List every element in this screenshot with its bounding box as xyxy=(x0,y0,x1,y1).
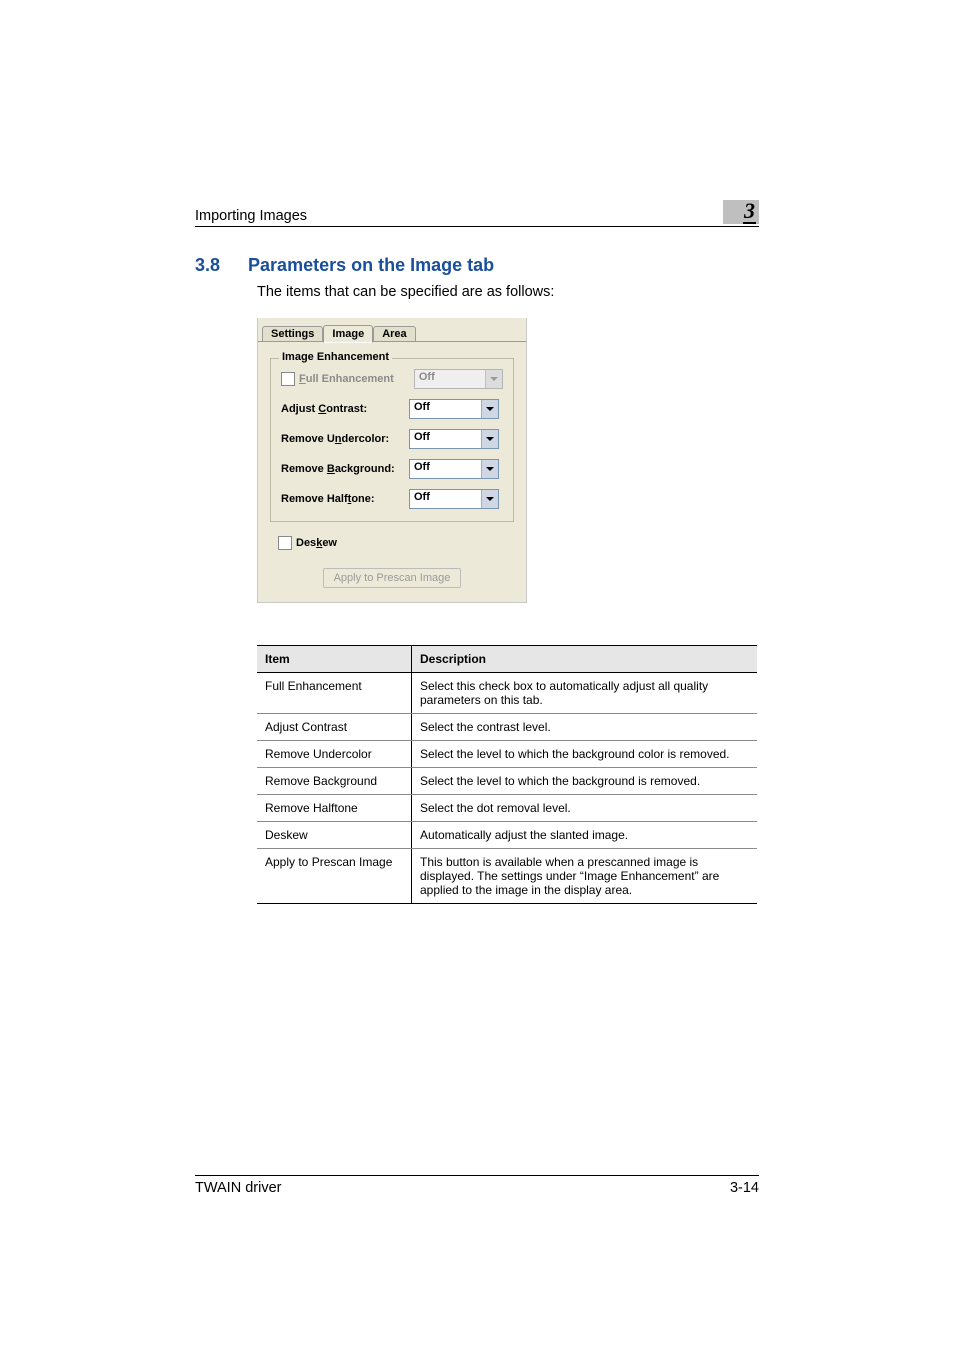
remove-background-value: Off xyxy=(410,460,481,478)
table-cell-desc: Select the dot removal level. xyxy=(412,795,758,822)
row-deskew: Deskew xyxy=(278,536,514,550)
chevron-down-icon[interactable] xyxy=(481,490,498,508)
remove-background-label: Remove Background: xyxy=(281,463,409,475)
chapter-badge: 3 xyxy=(723,200,759,224)
table-cell-desc: Select the level to which the background… xyxy=(412,768,758,795)
chapter-number: 3 xyxy=(743,200,756,224)
adjust-contrast-label: Adjust Contrast: xyxy=(281,403,409,415)
table-row: Remove Undercolor Select the level to wh… xyxy=(257,741,757,768)
full-enhancement-label: Full Enhancement xyxy=(299,373,414,385)
table-row: Full Enhancement Select this check box t… xyxy=(257,673,757,714)
row-remove-halftone: Remove Halftone: Off xyxy=(281,489,503,509)
running-header: Importing Images 3 xyxy=(195,200,759,227)
deskew-label: Deskew xyxy=(296,537,337,549)
table-cell-desc: Select the contrast level. xyxy=(412,714,758,741)
remove-undercolor-label: Remove Undercolor: xyxy=(281,433,409,445)
deskew-checkbox[interactable] xyxy=(278,536,292,550)
tab-strip: Settings Image Area xyxy=(258,318,526,342)
section-title: Parameters on the Image tab xyxy=(248,255,494,276)
table-cell-desc: Select the level to which the background… xyxy=(412,741,758,768)
table-row: Apply to Prescan Image This button is av… xyxy=(257,849,757,904)
remove-halftone-value: Off xyxy=(410,490,481,508)
table-row: Adjust Contrast Select the contrast leve… xyxy=(257,714,757,741)
remove-halftone-combo[interactable]: Off xyxy=(409,489,499,509)
table-header-description: Description xyxy=(412,646,758,673)
chevron-down-icon[interactable] xyxy=(481,430,498,448)
section-heading: 3.8 Parameters on the Image tab xyxy=(195,255,759,276)
full-enhancement-checkbox[interactable] xyxy=(281,372,295,386)
row-adjust-contrast: Adjust Contrast: Off xyxy=(281,399,503,419)
full-enhancement-value: Off xyxy=(415,370,485,388)
chapter-indicator: 3 xyxy=(723,200,759,224)
image-tab-dialog: Settings Image Area Image Enhancement Fu… xyxy=(257,318,527,603)
table-row: Remove Halftone Select the dot removal l… xyxy=(257,795,757,822)
remove-background-combo[interactable]: Off xyxy=(409,459,499,479)
chevron-down-icon[interactable] xyxy=(481,400,498,418)
table-cell-desc: Automatically adjust the slanted image. xyxy=(412,822,758,849)
table-cell-item: Remove Undercolor xyxy=(257,741,412,768)
remove-undercolor-value: Off xyxy=(410,430,481,448)
row-remove-undercolor: Remove Undercolor: Off xyxy=(281,429,503,449)
row-remove-background: Remove Background: Off xyxy=(281,459,503,479)
tab-image[interactable]: Image xyxy=(323,325,373,343)
table-cell-desc: Select this check box to automatically a… xyxy=(412,673,758,714)
group-legend: Image Enhancement xyxy=(279,351,392,363)
footer-product: TWAIN driver xyxy=(195,1180,281,1196)
footer-page-number: 3-14 xyxy=(730,1180,759,1196)
chevron-down-icon[interactable] xyxy=(481,460,498,478)
table-cell-item: Remove Background xyxy=(257,768,412,795)
table-cell-item: Remove Halftone xyxy=(257,795,412,822)
chevron-down-icon xyxy=(485,370,502,388)
table-cell-item: Apply to Prescan Image xyxy=(257,849,412,904)
section-intro: The items that can be specified are as f… xyxy=(257,284,759,300)
table-cell-item: Adjust Contrast xyxy=(257,714,412,741)
table-header-item: Item xyxy=(257,646,412,673)
image-enhancement-group: Image Enhancement Full Enhancement Off A… xyxy=(270,358,514,522)
table-cell-desc: This button is available when a prescann… xyxy=(412,849,758,904)
tab-area[interactable]: Area xyxy=(373,326,415,342)
apply-to-prescan-button: Apply to Prescan Image xyxy=(323,568,462,588)
parameter-table: Item Description Full Enhancement Select… xyxy=(257,645,757,904)
page-footer: TWAIN driver 3-14 xyxy=(195,1175,759,1196)
remove-undercolor-combo[interactable]: Off xyxy=(409,429,499,449)
table-row: Deskew Automatically adjust the slanted … xyxy=(257,822,757,849)
full-enhancement-combo: Off xyxy=(414,369,503,389)
remove-halftone-label: Remove Halftone: xyxy=(281,493,409,505)
section-number: 3.8 xyxy=(195,255,220,276)
adjust-contrast-value: Off xyxy=(410,400,481,418)
running-title: Importing Images xyxy=(195,208,307,224)
table-cell-item: Deskew xyxy=(257,822,412,849)
tab-settings[interactable]: Settings xyxy=(262,326,323,342)
row-full-enhancement: Full Enhancement Off xyxy=(281,369,503,389)
table-row: Remove Background Select the level to wh… xyxy=(257,768,757,795)
adjust-contrast-combo[interactable]: Off xyxy=(409,399,499,419)
table-cell-item: Full Enhancement xyxy=(257,673,412,714)
